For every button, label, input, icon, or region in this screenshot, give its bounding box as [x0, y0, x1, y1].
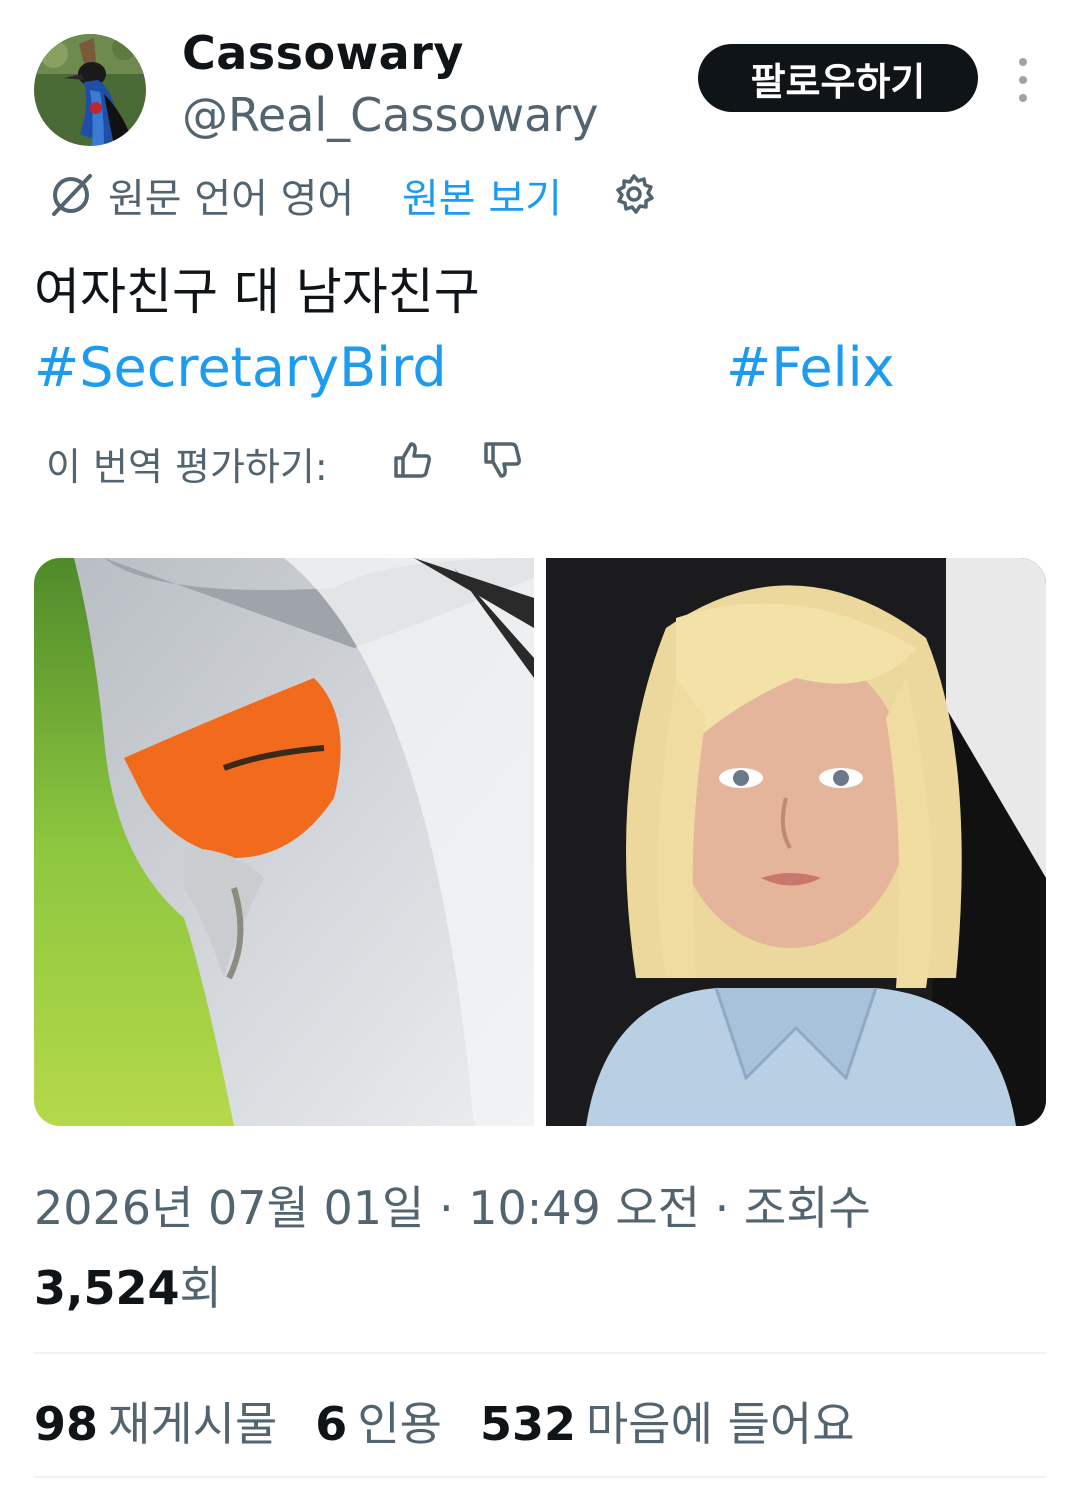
user-handle[interactable]: @Real_Cassowary [182, 88, 599, 142]
divider [34, 1352, 1046, 1354]
translation-notice: 원문 언어 영어 [108, 176, 355, 222]
cassowary-avatar-image [34, 34, 146, 146]
likes-stat[interactable]: 532 마음에 들어요 [480, 1388, 855, 1454]
quotes-count: 6 [315, 1397, 348, 1451]
likes-count: 532 [479, 1397, 576, 1451]
show-original-link[interactable]: 원본 보기 [402, 166, 562, 224]
view-count-suffix: 회 [179, 1261, 222, 1315]
engagement-stats: 98 재게시물 6 인용 532 마음에 들어요 [34, 1388, 893, 1454]
retweets-stat[interactable]: 98 재게시물 [34, 1388, 277, 1454]
likes-label: 마음에 들어요 [585, 1397, 855, 1451]
media-image-secretary-bird[interactable] [34, 558, 534, 1126]
display-name[interactable]: Cassowary [182, 26, 464, 80]
retweets-count: 98 [34, 1397, 99, 1451]
translate-icon [52, 174, 92, 216]
gear-icon[interactable] [612, 172, 656, 216]
follow-button[interactable]: 팔로우하기 [698, 44, 978, 112]
hashtag-link[interactable]: #SecretaryBird [34, 336, 447, 399]
thumbs-down-icon[interactable] [480, 438, 524, 482]
tweet-text: 여자친구 대 남자친구 [34, 263, 480, 321]
divider [34, 1476, 1046, 1478]
retweets-label: 재게시물 [108, 1397, 278, 1451]
avatar[interactable] [34, 34, 146, 146]
quotes-stat[interactable]: 6 인용 [315, 1388, 442, 1454]
view-count: 3,524회 [34, 1252, 222, 1318]
felix-portrait-image [546, 558, 1046, 1126]
tweet-timestamp: 2026년 07월 01일 · 10:49 오전 · 조회수 [34, 1181, 871, 1235]
quotes-label: 인용 [357, 1397, 442, 1451]
thumbs-up-icon[interactable] [390, 438, 434, 482]
rate-translation-label: 이 번역 평가하기: [46, 445, 328, 489]
more-options-icon[interactable] [1008, 58, 1038, 102]
hashtag-link[interactable]: #Felix [726, 336, 895, 399]
secretary-bird-image [34, 558, 534, 1126]
media-image-felix[interactable] [546, 558, 1046, 1126]
view-count-number: 3,524 [34, 1261, 180, 1315]
